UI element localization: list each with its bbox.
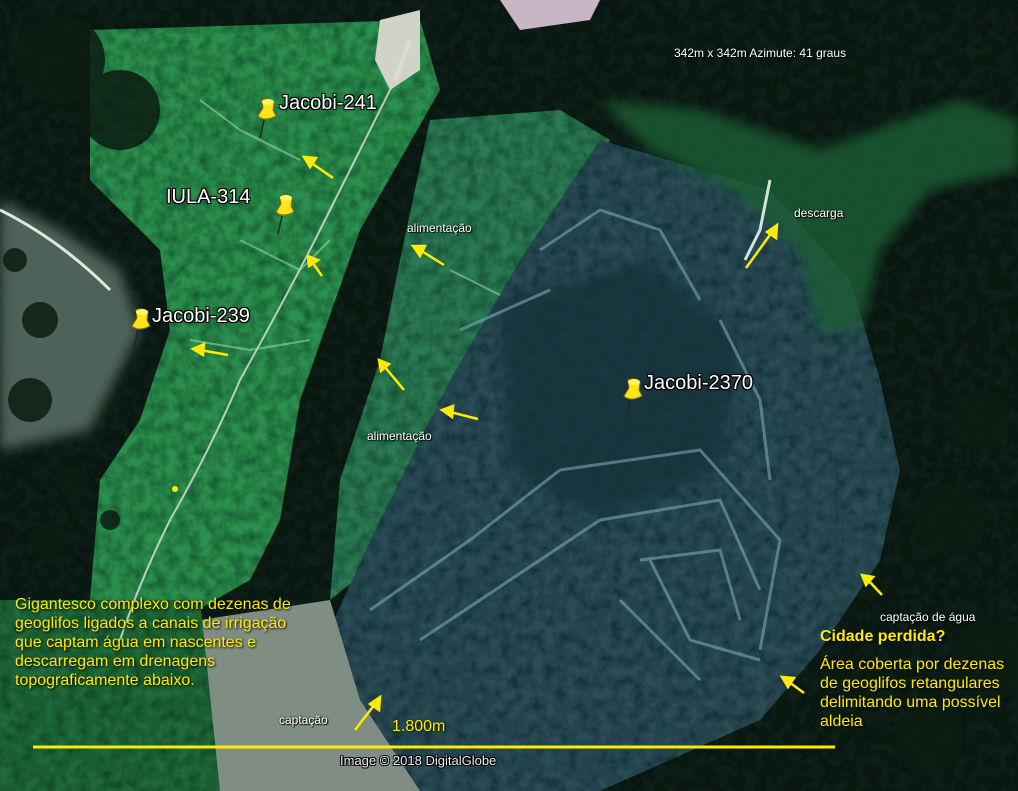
lost-city-description: Área coberta por dezenas de geoglifos re… [820, 656, 1005, 730]
annotation-descarga: descarga [794, 206, 844, 220]
lost-city-title: Cidade perdida? [820, 628, 946, 645]
tile-info-text: 342m x 342m Azimute: 41 graus [674, 46, 847, 60]
satellite-map-view[interactable]: Jacobi-241 IULA-314 Jacobi-239 Jacobi-23… [0, 0, 1018, 791]
scale-bar-label: 1.800m [392, 718, 446, 735]
placemark-label[interactable]: Jacobi-2370 [644, 372, 753, 395]
annotation-alimentacao: alimentação [407, 221, 472, 235]
imagery-credit: Image © 2018 DigitalGlobe [340, 753, 497, 768]
description-text: Gigantesco complexo com dezenas de geogl… [15, 596, 291, 689]
placemark-label[interactable]: Jacobi-239 [152, 305, 250, 328]
annotation-captacao-agua: captação de água [880, 610, 976, 624]
annotation-alimentacao: alimentação [367, 429, 432, 443]
pushpin-icon[interactable] [272, 192, 302, 236]
placemark-label[interactable]: Jacobi-241 [279, 92, 377, 115]
placemark-label[interactable]: IULA-314 [166, 186, 251, 209]
annotation-captacao: captação [279, 713, 328, 727]
